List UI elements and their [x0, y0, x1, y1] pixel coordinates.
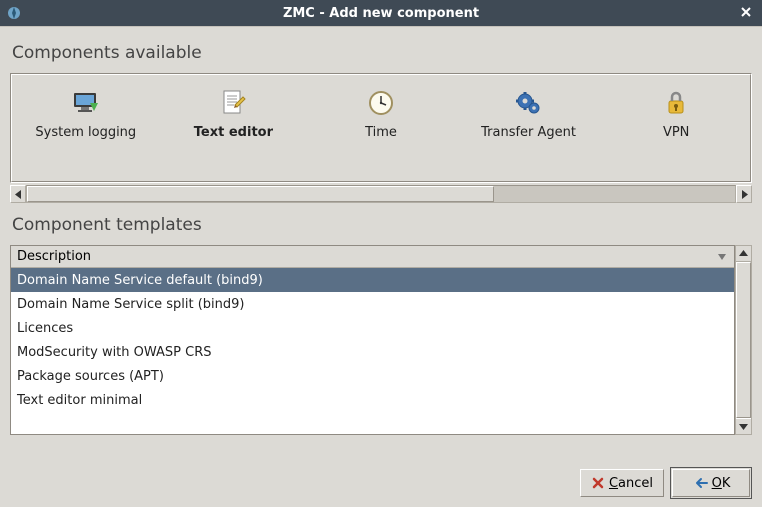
dialog-button-bar: Cancel OK — [580, 469, 750, 497]
scroll-right-button[interactable] — [736, 185, 752, 203]
app-icon — [6, 5, 22, 21]
gears-icon — [513, 87, 545, 119]
template-label: Package sources (APT) — [17, 369, 164, 384]
template-label: Domain Name Service split (bind9) — [17, 297, 245, 312]
ok-label: OK — [712, 476, 731, 491]
components-list-box: System logging Text editor — [10, 73, 752, 183]
monitor-log-icon — [70, 87, 102, 119]
ok-icon — [692, 477, 708, 489]
component-time[interactable]: Time — [307, 83, 455, 144]
component-vpn[interactable]: VPN — [602, 83, 750, 144]
template-label: Licences — [17, 321, 73, 336]
component-label: Text editor — [194, 125, 273, 140]
component-transfer-agent[interactable]: Transfer Agent — [455, 83, 603, 144]
template-row[interactable]: Domain Name Service default (bind9) — [11, 268, 734, 292]
window-title: ZMC - Add new component — [283, 6, 479, 21]
template-row[interactable]: ModSecurity with OWASP CRS — [11, 340, 734, 364]
component-templates-heading: Component templates — [0, 203, 762, 245]
templates-area: Description Domain Name Service default … — [10, 245, 752, 435]
scroll-down-button[interactable] — [736, 418, 751, 434]
scroll-track[interactable] — [26, 185, 736, 203]
column-header-label: Description — [17, 249, 91, 264]
title-bar: ZMC - Add new component — [0, 0, 762, 26]
template-row[interactable]: Package sources (APT) — [11, 364, 734, 388]
cancel-icon — [591, 476, 605, 490]
window-body: Components available System logging — [0, 26, 762, 507]
cancel-button[interactable]: Cancel — [580, 469, 664, 497]
template-row[interactable]: Domain Name Service split (bind9) — [11, 292, 734, 316]
templates-table: Description Domain Name Service default … — [10, 245, 735, 435]
document-edit-icon — [217, 87, 249, 119]
template-row[interactable]: Licences — [11, 316, 734, 340]
template-label: Domain Name Service default (bind9) — [17, 273, 263, 288]
template-row[interactable]: Text editor minimal — [11, 388, 734, 412]
ok-button[interactable]: OK — [672, 469, 750, 497]
component-text-editor[interactable]: Text editor — [160, 83, 308, 144]
scroll-thumb[interactable] — [736, 262, 751, 418]
template-label: ModSecurity with OWASP CRS — [17, 345, 212, 360]
lock-shield-icon — [660, 87, 692, 119]
component-label: Transfer Agent — [481, 125, 576, 140]
component-system-logging[interactable]: System logging — [12, 83, 160, 144]
scroll-up-button[interactable] — [736, 246, 751, 262]
components-available-heading: Components available — [0, 27, 762, 73]
templates-vertical-scrollbar[interactable] — [735, 245, 752, 435]
close-button[interactable] — [738, 4, 754, 20]
scroll-thumb[interactable] — [27, 186, 494, 202]
cancel-label: Cancel — [609, 476, 653, 491]
scroll-left-button[interactable] — [10, 185, 26, 203]
clock-icon — [365, 87, 397, 119]
component-label: Time — [365, 125, 397, 140]
templates-header-description[interactable]: Description — [11, 246, 734, 268]
sort-indicator-icon — [716, 250, 728, 262]
components-horizontal-scrollbar[interactable] — [10, 185, 752, 203]
scroll-track[interactable] — [736, 262, 751, 418]
component-label: System logging — [35, 125, 136, 140]
component-label: VPN — [663, 125, 689, 140]
template-label: Text editor minimal — [17, 393, 142, 408]
